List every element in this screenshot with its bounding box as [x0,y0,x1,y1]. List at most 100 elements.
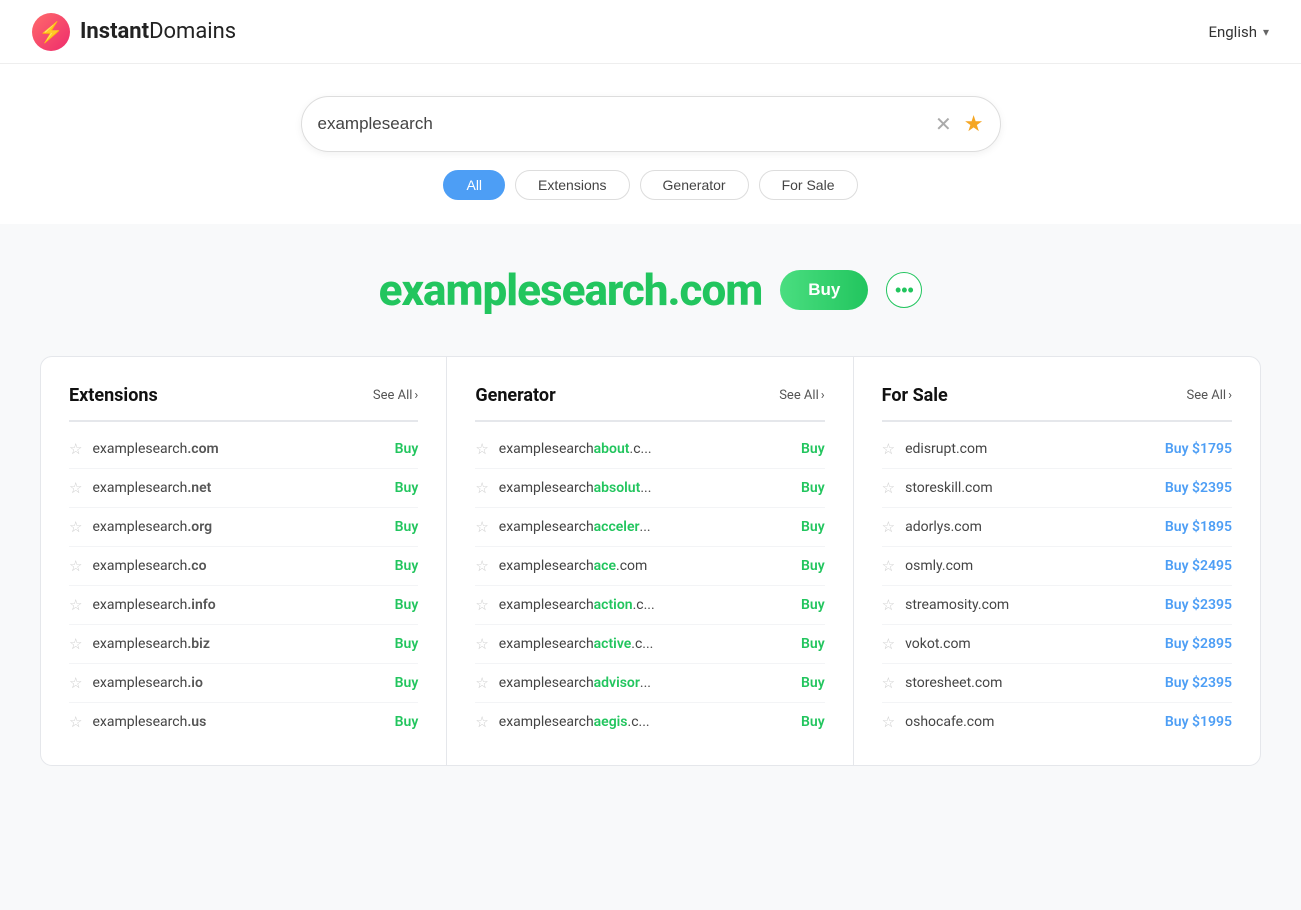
extensions-see-all[interactable]: See All › [373,388,418,403]
star-icon[interactable]: ☆ [69,713,82,731]
buy-price-link[interactable]: Buy $2395 [1165,480,1232,496]
list-item: ☆ examplesearch.info Buy [69,586,418,625]
buy-link[interactable]: Buy [801,675,825,691]
domain-name: edisrupt.com [905,441,1155,457]
buy-link[interactable]: Buy [395,597,419,613]
filter-for-sale[interactable]: For Sale [759,170,858,200]
star-icon[interactable]: ☆ [882,596,895,614]
star-icon[interactable]: ☆ [882,635,895,653]
buy-price-link[interactable]: Buy $2895 [1165,636,1232,652]
star-icon[interactable]: ☆ [475,440,488,458]
buy-price-link[interactable]: Buy $1995 [1165,714,1232,730]
star-icon[interactable]: ☆ [475,518,488,536]
buy-price-link[interactable]: Buy $1795 [1165,441,1232,457]
list-item: ☆ examplesearchabout.c... Buy [475,430,824,469]
list-item: ☆ examplesearchactive.c... Buy [475,625,824,664]
buy-link[interactable]: Buy [395,636,419,652]
results-grid: Extensions See All › ☆ examplesearch.com… [41,357,1260,765]
list-item: ☆ examplesearchabsolut... Buy [475,469,824,508]
domain-name: examplesearch.co [92,558,384,574]
domain-name: examplesearchacceler... [499,519,791,535]
domain-name: examplesearchadvisor... [499,675,791,691]
search-input[interactable] [318,114,936,134]
star-icon[interactable]: ☆ [475,596,488,614]
domain-name: examplesearch.org [92,519,384,535]
domain-name: examplesearch.io [92,675,384,691]
logo-text: InstantDomains [80,19,236,44]
list-item: ☆ examplesearch.io Buy [69,664,418,703]
domain-name: examplesearch.biz [92,636,384,652]
favorite-icon[interactable]: ★ [964,112,984,137]
buy-link[interactable]: Buy [801,558,825,574]
buy-price-link[interactable]: Buy $2495 [1165,558,1232,574]
star-icon[interactable]: ☆ [69,557,82,575]
filter-generator[interactable]: Generator [640,170,749,200]
search-bar: ✕ ★ [301,96,1001,152]
buy-price-link[interactable]: Buy $1895 [1165,519,1232,535]
chevron-down-icon: ▾ [1263,25,1269,39]
language-selector[interactable]: English ▾ [1208,23,1269,41]
list-item: ☆ storesheet.com Buy $2395 [882,664,1232,703]
domain-name: examplesearchabout.c... [499,441,791,457]
for-sale-header: For Sale See All › [882,385,1232,422]
for-sale-column: For Sale See All › ☆ edisrupt.com Buy $1… [854,357,1260,765]
buy-link[interactable]: Buy [395,714,419,730]
filter-all[interactable]: All [443,170,505,200]
star-icon[interactable]: ☆ [69,440,82,458]
clear-icon[interactable]: ✕ [935,114,952,134]
buy-link[interactable]: Buy [801,519,825,535]
main-more-button[interactable]: ••• [886,272,922,308]
list-item: ☆ examplesearch.org Buy [69,508,418,547]
main-buy-button[interactable]: Buy [780,270,868,310]
star-icon[interactable]: ☆ [69,479,82,497]
buy-link[interactable]: Buy [395,558,419,574]
results-container: Extensions See All › ☆ examplesearch.com… [40,356,1261,766]
buy-price-link[interactable]: Buy $2395 [1165,597,1232,613]
generator-see-all[interactable]: See All › [779,388,824,403]
buy-link[interactable]: Buy [801,597,825,613]
buy-link[interactable]: Buy [395,441,419,457]
star-icon[interactable]: ☆ [69,596,82,614]
buy-link[interactable]: Buy [395,480,419,496]
domain-name: osmly.com [905,558,1155,574]
domain-name: examplesearchace.com [499,558,791,574]
domain-name: examplesearch.us [92,714,384,730]
for-sale-see-all[interactable]: See All › [1187,388,1232,403]
filter-extensions[interactable]: Extensions [515,170,629,200]
star-icon[interactable]: ☆ [882,674,895,692]
buy-price-link[interactable]: Buy $2395 [1165,675,1232,691]
star-icon[interactable]: ☆ [69,674,82,692]
domain-name: examplesearchabsolut... [499,480,791,496]
star-icon[interactable]: ☆ [475,479,488,497]
header: ⚡ InstantDomains English ▾ [0,0,1301,64]
buy-link[interactable]: Buy [801,714,825,730]
language-label: English [1208,23,1257,41]
logo-instant: Instant [80,19,149,44]
list-item: ☆ oshocafe.com Buy $1995 [882,703,1232,741]
domain-name: examplesearch.info [92,597,384,613]
buy-link[interactable]: Buy [395,675,419,691]
list-item: ☆ examplesearchace.com Buy [475,547,824,586]
list-item: ☆ examplesearch.us Buy [69,703,418,741]
star-icon[interactable]: ☆ [882,518,895,536]
star-icon[interactable]: ☆ [69,518,82,536]
star-icon[interactable]: ☆ [475,674,488,692]
star-icon[interactable]: ☆ [882,479,895,497]
buy-link[interactable]: Buy [395,519,419,535]
domain-name: examplesearch.com [92,441,384,457]
list-item: ☆ adorlys.com Buy $1895 [882,508,1232,547]
star-icon[interactable]: ☆ [475,635,488,653]
star-icon[interactable]: ☆ [882,713,895,731]
star-icon[interactable]: ☆ [475,713,488,731]
buy-link[interactable]: Buy [801,480,825,496]
star-icon[interactable]: ☆ [475,557,488,575]
extensions-header: Extensions See All › [69,385,418,422]
buy-link[interactable]: Buy [801,441,825,457]
star-icon[interactable]: ☆ [882,440,895,458]
star-icon[interactable]: ☆ [882,557,895,575]
extensions-column: Extensions See All › ☆ examplesearch.com… [41,357,447,765]
domain-name: storeskill.com [905,480,1155,496]
list-item: ☆ edisrupt.com Buy $1795 [882,430,1232,469]
buy-link[interactable]: Buy [801,636,825,652]
star-icon[interactable]: ☆ [69,635,82,653]
